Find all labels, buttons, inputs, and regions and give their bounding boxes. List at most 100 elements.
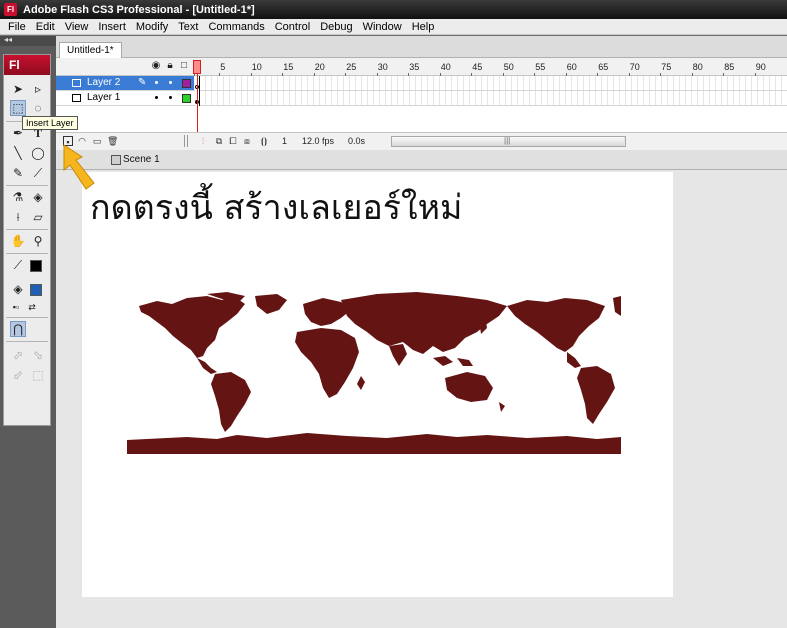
ruler-tick-label: 20	[314, 62, 325, 72]
menu-edit[interactable]: Edit	[31, 19, 60, 35]
ruler-tick-label: 10	[251, 62, 262, 72]
frame-rate: 12.0 fps	[302, 136, 335, 146]
delete-layer-icon[interactable]: 🗑︎	[107, 136, 118, 146]
ruler-tick-label: 15	[283, 62, 294, 72]
tools-divider	[6, 317, 48, 318]
scene-label[interactable]: Scene 1	[123, 154, 160, 165]
ruler-tick-label: 55	[535, 62, 546, 72]
pencil-tool-icon[interactable]: ✎	[10, 165, 26, 181]
stroke-color-pencil-icon: ⟋	[13, 257, 23, 272]
world-map-graphic	[127, 292, 621, 454]
menu-modify[interactable]: Modify	[131, 19, 173, 35]
ruler-tick-label: 85	[724, 62, 735, 72]
ruler-tick-label: 50	[503, 62, 514, 72]
layer-name-cell[interactable]: Layer 2 ✎	[56, 76, 194, 91]
stroke-color-swatch[interactable]	[30, 260, 42, 272]
smooth-option-icon[interactable]: ⬀	[10, 347, 26, 363]
lock-icon[interactable]: 🔒︎	[165, 61, 175, 71]
subselection-tool-icon[interactable]: ▹	[30, 81, 46, 97]
menu-text[interactable]: Text	[173, 19, 203, 35]
layer-frames[interactable]	[194, 91, 787, 106]
straighten-option-icon[interactable]: ⬂	[30, 347, 46, 363]
menu-file[interactable]: File	[3, 19, 31, 35]
onion-skin-icon[interactable]: ⧉	[214, 136, 224, 146]
ruler-tick-label: 75	[661, 62, 672, 72]
scale-option-icon[interactable]: ⬚	[30, 367, 46, 383]
onion-skin-outlines-icon[interactable]: ⧠	[228, 136, 238, 146]
selection-tool-icon[interactable]: ➤	[10, 81, 26, 97]
menu-debug[interactable]: Debug	[315, 19, 357, 35]
tools-divider	[6, 229, 48, 230]
fill-color-bucket-icon: ◈	[13, 282, 23, 296]
brush-tool-icon[interactable]: ⟋	[30, 165, 46, 181]
layer-frames[interactable]	[194, 76, 787, 91]
collapse-arrows-icon[interactable]: ◂◂	[4, 35, 12, 44]
oval-tool-icon[interactable]: ◯	[30, 145, 46, 161]
world-map-landmass	[127, 292, 621, 454]
edit-multiple-frames-icon[interactable]: ⧈	[242, 136, 252, 146]
timeline-scrollbar[interactable]: |||	[391, 136, 626, 147]
visibility-dot-icon[interactable]	[155, 96, 158, 99]
pointer-arrow-icon	[63, 144, 95, 190]
default-colors-icon[interactable]: ▪▫	[8, 299, 24, 315]
outline-color-box[interactable]	[182, 79, 191, 88]
panel-divider-grip[interactable]	[184, 135, 188, 147]
menu-help[interactable]: Help	[407, 19, 440, 35]
tools-divider	[6, 185, 48, 186]
swap-colors-icon[interactable]: ⇄	[24, 299, 40, 315]
layer-row-layer-1[interactable]: Layer 1	[56, 91, 787, 106]
menu-commands[interactable]: Commands	[203, 19, 269, 35]
ruler-tick-label: 25	[346, 62, 357, 72]
ink-bottle-tool-icon[interactable]: ⚗	[10, 189, 26, 205]
line-tool-icon[interactable]: ╲	[10, 145, 26, 161]
menu-insert[interactable]: Insert	[93, 19, 131, 35]
lock-dot-icon[interactable]	[169, 96, 172, 99]
visibility-dot-icon[interactable]	[155, 81, 158, 84]
timeline-footer: ▪ ◠ ▭ 🗑︎ ⫶ ⧉ ⧠ ⧈ ⦗⦘ 1 12.0 fps 0.0s |||	[56, 132, 787, 150]
paint-bucket-tool-icon[interactable]: ◈	[30, 189, 46, 205]
frame-ruler[interactable]: 151015202530354045505560657075808590	[194, 58, 787, 76]
scrollbar-thumb[interactable]: |||	[392, 136, 624, 146]
menu-control[interactable]: Control	[270, 19, 315, 35]
outline-color-box[interactable]	[182, 94, 191, 103]
lasso-tool-icon[interactable]: ◌	[30, 100, 46, 116]
hand-tool-icon[interactable]: ✋	[10, 233, 26, 249]
scene-icon	[111, 155, 121, 165]
ruler-tick-label: 90	[755, 62, 766, 72]
layer-icon	[72, 94, 81, 102]
stage[interactable]: กดตรงนี้ สร้างเลเยอร์ใหม่	[82, 172, 673, 597]
instruction-text: กดตรงนี้ สร้างเลเยอร์ใหม่	[90, 188, 463, 228]
eyedropper-tool-icon[interactable]: ⟊	[10, 209, 26, 225]
zoom-tool-icon[interactable]: ⚲	[30, 233, 46, 249]
menu-view[interactable]: View	[60, 19, 94, 35]
window-title: Adobe Flash CS3 Professional - [Untitled…	[23, 3, 255, 16]
edit-bar: Scene 1	[56, 150, 787, 170]
eraser-tool-icon[interactable]: ▱	[30, 209, 46, 225]
fill-color-swatch[interactable]	[30, 284, 42, 296]
tools-panel: Fl ➤ ▹ ⬚ ◌ ✒ T ╲ ◯ ✎ ⟋ ⚗ ◈ ⟊ ▱ ✋ ⚲ ⟋ ◈ ▪…	[0, 46, 56, 628]
lock-dot-icon[interactable]	[169, 81, 172, 84]
ruler-tick-label: 65	[598, 62, 609, 72]
free-transform-tool-icon[interactable]: ⬚	[10, 100, 26, 116]
layer-row-layer-2[interactable]: Layer 2 ✎	[56, 76, 787, 91]
window-titlebar: Fl Adobe Flash CS3 Professional - [Untit…	[0, 0, 787, 19]
center-frame-icon[interactable]: ⫶	[198, 136, 208, 146]
layer-icon	[72, 79, 81, 87]
layer-name-cell[interactable]: Layer 1	[56, 91, 194, 106]
ruler-tick-label: 30	[377, 62, 388, 72]
elapsed-time: 0.0s	[348, 136, 366, 146]
document-tab[interactable]: Untitled-1*	[59, 42, 122, 59]
insert-layer-tooltip: Insert Layer	[22, 116, 78, 130]
ruler-tick-label: 70	[629, 62, 640, 72]
layer-column-icons: ◉ 🔒︎ □	[151, 61, 196, 73]
rotate-skew-option-icon[interactable]: ⬃	[10, 367, 26, 383]
outline-icon[interactable]: □	[179, 61, 189, 71]
ruler-tick-label: 60	[566, 62, 577, 72]
snap-to-objects-icon[interactable]: ⋂	[10, 321, 26, 337]
playhead[interactable]	[193, 60, 201, 74]
modify-onion-markers-icon[interactable]: ⦗⦘	[259, 136, 269, 146]
tools-panel-header[interactable]: ◂◂	[0, 35, 56, 46]
menu-window[interactable]: Window	[358, 19, 407, 35]
edit-pencil-icon: ✎	[138, 77, 147, 88]
show-hide-eye-icon[interactable]: ◉	[151, 61, 161, 71]
